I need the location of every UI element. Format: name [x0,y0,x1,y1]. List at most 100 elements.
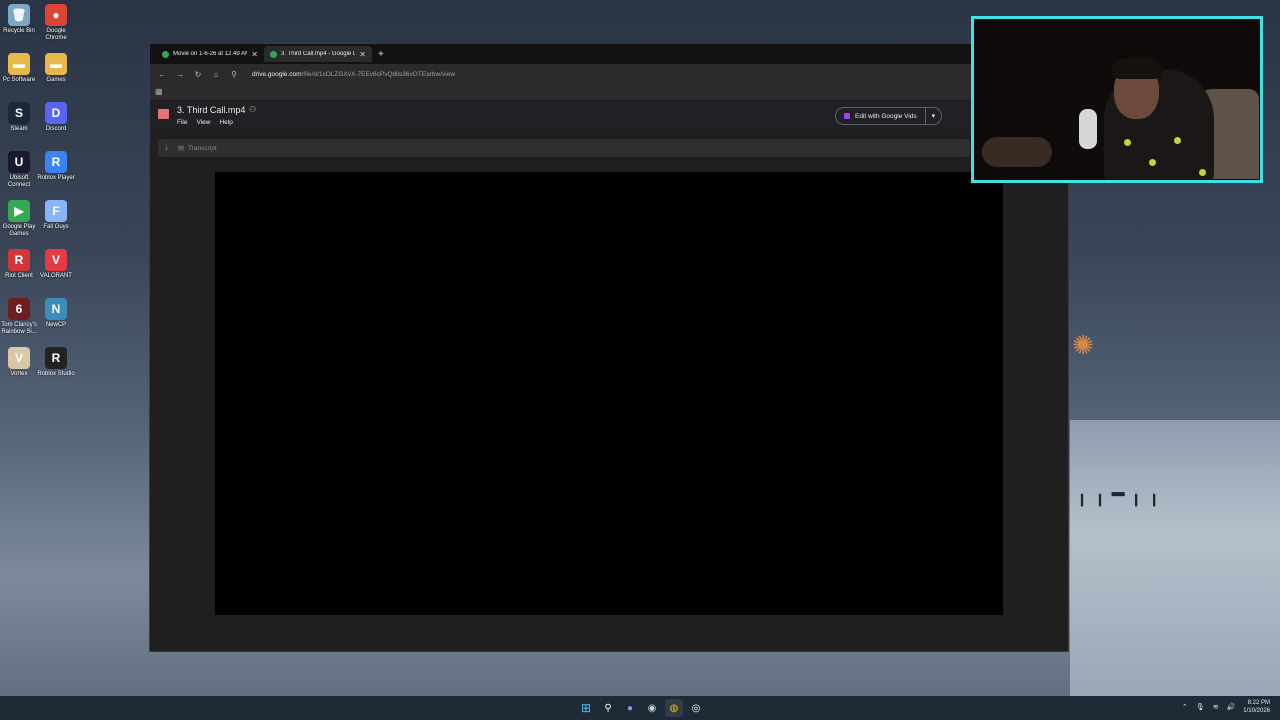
desktop-icon-label: Fall Guys [43,224,69,230]
tab-movie[interactable]: Movie on 1-6-26 at 12.49 AM.mp4 ✕ [156,46,264,62]
desktop-icon-label: Recycle Bin [3,28,35,34]
menu-help[interactable]: Help [219,119,232,126]
shared-icon[interactable]: ⚇ [249,105,256,114]
file-menu-bar: File View Help [177,119,233,126]
desktop-icon-label: Discord [45,126,67,132]
vortex-icon: V [8,347,30,369]
newcp-icon: N [45,298,67,320]
obs-icon[interactable]: ◎ [687,699,705,717]
edit-with-vids-main[interactable]: Edit with Google Vids [836,108,926,124]
url-path: /file/d/1xOLZGXvX-7EEv6cPvQdlis36vOTEarb… [301,70,456,78]
cam-shirt-pattern [1199,169,1206,176]
drive-favicon-icon [162,50,169,58]
chevron-up-icon[interactable]: ⌃ [1182,703,1188,711]
desktop-icon-label: Ubisoft Connect [7,175,31,188]
desktop-icon-label: Roblox Studio [37,371,75,377]
drive-header: 3. Third Call.mp4 ⚇ File View Help Edit … [150,101,1068,133]
clock-date: 1/10/2026 [1243,708,1270,714]
cam-hand [982,137,1052,167]
clock[interactable]: 8:22 PM 1/10/2026 [1243,699,1270,715]
desktop-icon-label: NewCP [45,322,67,328]
back-icon[interactable]: ← [156,70,168,79]
cam-shirt-pattern [1149,159,1156,166]
url-host: drive.google.com [252,70,302,78]
desktop-icon[interactable]: U Ubisoft Connect [0,151,38,189]
steam-icon[interactable]: ◉ [643,699,661,717]
folder-icon: ▬ [8,53,30,75]
desktop-icon-label: Pc Software [2,77,36,83]
roblox-studio-icon: R [45,347,67,369]
menu-file[interactable]: File [177,119,187,126]
reload-icon[interactable]: ↻ [192,70,204,79]
desktop: { "desktop": { "icons": [ {"label": "Rec… [0,0,1280,720]
search-icon[interactable]: ⚲ [599,699,617,717]
desktop-icon[interactable]: ▶ Google Play Games [0,200,38,238]
steam-icon: S [8,102,30,124]
bookmarks-bar: ▦ [150,84,1068,101]
desktop-icon-label: VALORANT [40,273,72,279]
tab-title: 3. Third Call.mp4 - Google Drive [281,51,356,57]
microphone-icon[interactable]: 🎙 [1196,703,1205,711]
preview-toolbar: ⤓ ▤ Transcript [158,139,970,157]
discord-icon[interactable]: ● [621,699,639,717]
roblox-player-icon: R [45,151,67,173]
chrome-icon[interactable]: ◍ [665,699,683,717]
menu-view[interactable]: View [196,119,210,126]
chevron-down-icon[interactable]: ▾ [926,112,942,120]
url-field[interactable]: drive.google.com/file/d/1xOLZGXvX-7EEv6c… [252,71,455,78]
clock-time: 8:22 PM [1247,700,1270,706]
desktop-icon[interactable]: D Discord [37,102,75,133]
close-tab-icon[interactable]: ✕ [359,50,366,59]
rainbow-six-icon: 6 [8,298,30,320]
desktop-icon-label: Tom Clancy's Rainbow Si... [1,322,37,335]
desktop-icon[interactable]: V VALORANT [37,249,75,280]
desktop-icon[interactable]: 6 Tom Clancy's Rainbow Si... [0,298,38,336]
file-title: 3. Third Call.mp4 [177,105,246,115]
taskbar: ⊞ ⚲ ● ◉ ◍ ◎ ⌃ 🎙 ≋ 🔊 8:22 PM 1/10/2026 [0,696,1280,720]
tab-third-call[interactable]: 3. Third Call.mp4 - Google Drive ✕ [264,46,372,62]
windows-start-icon[interactable]: ⊞ [577,699,595,717]
home-icon[interactable]: ⌂ [210,70,222,79]
cam-hair [1112,57,1162,79]
tab-strip: Movie on 1-6-26 at 12.49 AM.mp4 ✕ 3. Thi… [150,44,1068,64]
desktop-icon[interactable]: ▬ Pc Software [0,53,38,84]
desktop-icon[interactable]: V Vortex [0,347,38,378]
desktop-icon[interactable]: R Roblox Player [37,151,75,182]
desktop-icon-label: Riot Client [5,273,33,279]
microphone-icon [1079,109,1097,149]
desktop-icon[interactable]: F Fall Guys [37,200,75,231]
google-play-games-icon: ▶ [8,200,30,222]
site-info-icon[interactable]: ⚲ [228,70,240,79]
desktop-icon[interactable]: R Riot Client [0,249,38,280]
desktop-icon[interactable]: S Steam [0,102,38,133]
new-tab-button[interactable]: + [378,49,384,60]
apps-grid-icon[interactable]: ▦ [155,87,163,96]
chrome-icon: ● [45,4,67,26]
video-player[interactable] [215,172,1003,615]
wallpaper-firework: ✺ [1072,330,1094,360]
desktop-icon-label: Google Play Games [2,224,36,237]
taskbar-apps: ⊞ ⚲ ● ◉ ◍ ◎ [577,699,705,717]
close-tab-icon[interactable]: ✕ [251,50,258,59]
transcript-button[interactable]: Transcript [188,145,217,152]
ubisoft-icon: U [8,151,30,173]
wallpaper-fence: ╷╷━╷╷ [1076,484,1167,506]
volume-icon[interactable]: 🔊 [1227,703,1236,711]
discord-icon: D [45,102,67,124]
desktop-icon[interactable]: 🗑 Recycle Bin [0,4,38,35]
forward-icon[interactable]: → [174,70,186,79]
desktop-icon[interactable]: N NewCP [37,298,75,329]
desktop-icon[interactable]: ▬ Games [37,53,75,84]
tab-title: Movie on 1-6-26 at 12.49 AM.mp4 [173,51,247,57]
cam-shirt-pattern [1124,139,1131,146]
cam-shirt-pattern [1174,137,1181,144]
recycle-bin-icon: 🗑 [8,4,30,26]
riot-client-icon: R [8,249,30,271]
wifi-icon[interactable]: ≋ [1213,703,1219,711]
desktop-icon[interactable]: ● Google Chrome [37,4,75,42]
drive-favicon-icon [270,50,277,58]
desktop-icon-label: Vortex [10,371,28,377]
download-icon[interactable]: ⤓ [165,144,168,152]
desktop-icon-label: Steam [10,126,28,132]
desktop-icon[interactable]: R Roblox Studio [37,347,75,378]
